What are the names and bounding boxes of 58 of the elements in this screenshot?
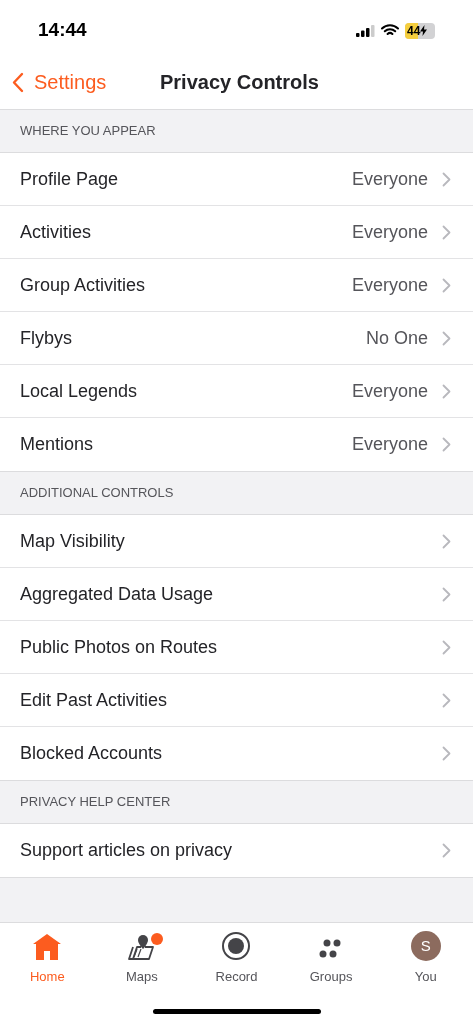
- row-value: Everyone: [351, 379, 428, 403]
- map-pin-icon: [126, 933, 157, 961]
- settings-row[interactable]: Edit Past Activities: [0, 674, 473, 727]
- tab-item[interactable]: Maps: [94, 929, 190, 987]
- row-label: Activities: [20, 220, 92, 244]
- row-label: Mentions: [20, 433, 95, 456]
- row-value: Everyone: [351, 273, 428, 297]
- settings-row[interactable]: Profile Page Everyone: [0, 153, 473, 206]
- chevron-right-icon: [442, 533, 451, 549]
- wifi-icon: [381, 24, 399, 37]
- row-label: Aggregated Data Usage: [20, 582, 215, 606]
- row-value: Everyone: [351, 167, 428, 191]
- row-label: Edit Past Activities: [20, 688, 169, 712]
- settings-row[interactable]: Map Visibility: [0, 515, 473, 568]
- chevron-right-icon: [442, 437, 451, 452]
- settings-row[interactable]: Mentions Everyone: [0, 418, 473, 471]
- tab-item[interactable]: Groups: [283, 929, 379, 987]
- chevron-right-icon: [442, 383, 451, 399]
- row-label: Flybys: [20, 326, 73, 350]
- settings-row[interactable]: Support articles on privacy: [0, 824, 473, 877]
- settings-row[interactable]: Local Legends Everyone: [0, 365, 473, 418]
- chevron-right-icon: [442, 692, 451, 708]
- page-title: Privacy Controls: [160, 70, 319, 95]
- row-value: No One: [365, 326, 428, 350]
- settings-row[interactable]: Aggregated Data Usage: [0, 568, 473, 621]
- chevron-right-icon: [442, 843, 451, 858]
- row-label: Public Photos on Routes: [20, 635, 219, 659]
- chevron-right-icon: [442, 171, 451, 187]
- signal-icon: [356, 24, 375, 37]
- section-header: ADDITIONAL CONTROLS: [20, 484, 174, 503]
- avatar: S: [410, 931, 441, 961]
- tab-item[interactable]: S You: [378, 929, 473, 987]
- home-icon: [32, 933, 63, 961]
- settings-row[interactable]: Public Photos on Routes: [0, 621, 473, 674]
- tab-item[interactable]: Record: [189, 929, 284, 987]
- row-label: Map Visibility: [20, 529, 126, 553]
- record-icon: [221, 931, 252, 961]
- row-label: Support articles on privacy: [20, 839, 234, 862]
- chevron-right-icon: [442, 586, 451, 602]
- settings-row[interactable]: Group Activities Everyone: [0, 259, 473, 312]
- chevron-right-icon: [442, 330, 451, 346]
- settings-row[interactable]: Blocked Accounts: [0, 727, 473, 780]
- settings-row[interactable]: Flybys No One: [0, 312, 473, 365]
- row-value: Everyone: [351, 220, 428, 244]
- chevron-right-icon: [442, 639, 451, 655]
- section-header: WHERE YOU APPEAR: [20, 122, 156, 141]
- status-time: 14:44: [38, 18, 87, 43]
- settings-row[interactable]: Activities Everyone: [0, 206, 473, 259]
- back-chevron-icon: [12, 71, 24, 93]
- row-label: Local Legends: [20, 379, 139, 403]
- chevron-right-icon: [442, 224, 451, 240]
- chevron-right-icon: [442, 746, 451, 761]
- row-label: Profile Page: [20, 167, 120, 191]
- row-label: Blocked Accounts: [20, 742, 164, 765]
- row-value: Everyone: [351, 433, 428, 456]
- chevron-right-icon: [442, 277, 451, 293]
- section-header: PRIVACY HELP CENTER: [20, 793, 171, 812]
- row-label: Group Activities: [20, 273, 147, 297]
